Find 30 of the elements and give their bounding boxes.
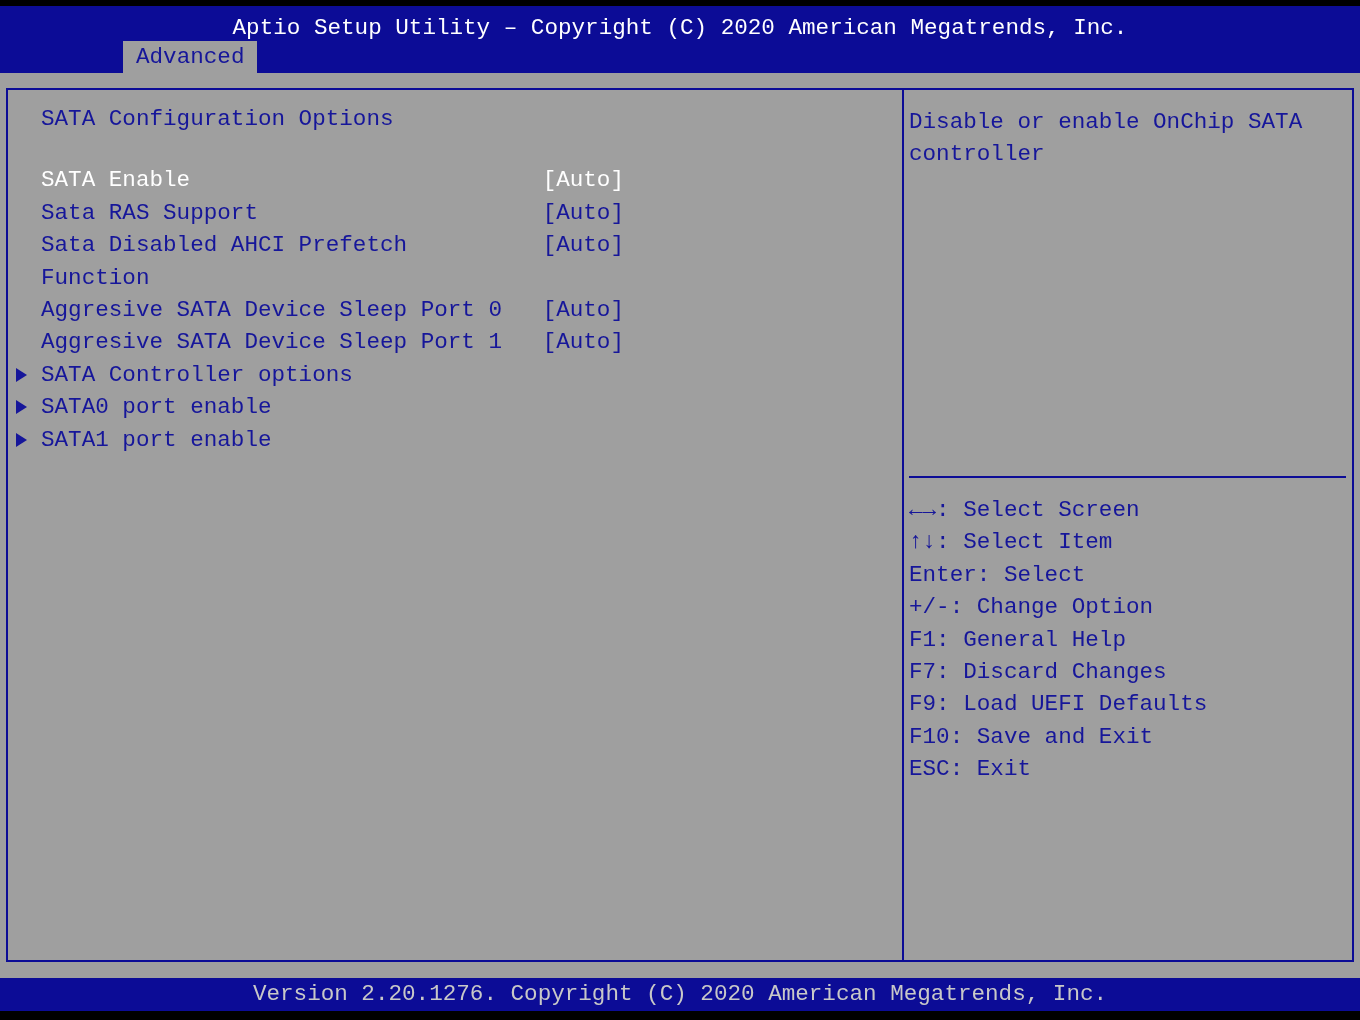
triangle-icon <box>16 400 27 415</box>
window-title: Aptio Setup Utility – Copyright (C) 2020 American Megatrends, Inc. <box>231 14 1129 38</box>
menu-tab[interactable]: Advanced <box>123 41 258 73</box>
key-hint: ←→: Select Screen <box>909 496 1141 525</box>
submenu-item[interactable]: SATA0 port enable <box>41 391 516 424</box>
setting-label[interactable]: Sata RAS Support <box>41 196 516 230</box>
key-hint: F10: Save and Exit <box>909 722 1155 752</box>
key-hint: F7: Discard Changes <box>909 658 1168 688</box>
key-hint: +/-: Change Option <box>909 593 1155 623</box>
setting-value[interactable]: [Auto] <box>542 294 902 327</box>
setting-label[interactable]: SATA Enable <box>41 164 516 197</box>
setting-value[interactable]: [Auto] <box>542 196 902 230</box>
triangle-icon <box>16 432 27 447</box>
submenu-item[interactable]: SATA Controller options <box>41 358 516 392</box>
triangle-icon <box>16 367 27 382</box>
key-hint: ESC: Exit <box>909 755 1033 785</box>
section-heading: SATA Configuration Options <box>40 106 395 132</box>
setting-value[interactable]: [Auto] <box>542 229 902 294</box>
version-footer: Version 2.20.1276. Copyright (C) 2020 American Megatrends, Inc. <box>0 978 1360 1011</box>
setting-value[interactable]: [Auto] <box>542 326 902 359</box>
key-hint: F9: Load UEFI Defaults <box>909 690 1209 720</box>
help-text: Disable or enable OnChip SATA controller <box>909 108 1304 170</box>
setting-value[interactable]: [Auto] <box>542 164 902 197</box>
key-hint: Enter: Select <box>909 560 1087 590</box>
setting-label[interactable]: Aggresive SATA Device Sleep Port 1 <box>41 326 516 359</box>
key-hint: F1: General Help <box>909 625 1127 655</box>
setting-label[interactable]: Aggresive SATA Device Sleep Port 0 <box>41 294 516 327</box>
submenu-item[interactable]: SATA1 port enable <box>41 423 516 457</box>
key-hint: ↑↓: Select Item <box>909 528 1114 558</box>
setting-label[interactable]: Sata Disabled AHCI Prefetch Function <box>41 229 516 294</box>
